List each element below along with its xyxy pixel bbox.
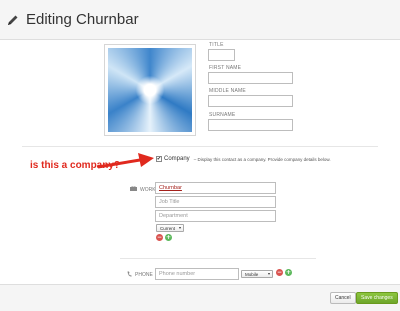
page-title: Editing Churnbar — [26, 11, 139, 28]
title-input[interactable] — [208, 49, 235, 61]
phone-type-value: Mobile — [245, 271, 259, 277]
job-title-input[interactable]: Job Title — [155, 196, 276, 208]
middle-name-input[interactable] — [208, 95, 293, 107]
surname-input[interactable] — [208, 119, 293, 131]
remove-phone-button[interactable]: − — [276, 269, 283, 276]
add-work-button[interactable]: + — [165, 234, 172, 241]
section-divider — [22, 146, 378, 147]
red-arrow-icon — [97, 153, 154, 169]
briefcase-icon — [130, 185, 137, 193]
pencil-icon — [6, 13, 20, 27]
save-changes-button[interactable]: Save changes — [356, 292, 398, 304]
phone-type-select[interactable]: Mobile ▾ — [241, 270, 273, 278]
add-phone-button[interactable]: + — [285, 269, 292, 276]
phone-section-label: PHONE — [127, 271, 153, 279]
employment-status-select[interactable]: Current ▾ — [156, 224, 184, 232]
chevron-down-icon: ▾ — [178, 225, 181, 230]
company-checkbox[interactable]: ✔ — [156, 156, 162, 162]
first-name-input[interactable] — [208, 72, 293, 84]
title-label: TITLE — [209, 42, 224, 48]
remove-work-button[interactable]: − — [156, 234, 163, 241]
avatar[interactable] — [104, 44, 196, 136]
company-name-input[interactable]: Churnbar — [155, 182, 276, 194]
chevron-down-icon: ▾ — [267, 271, 270, 276]
phone-label: PHONE — [135, 272, 153, 278]
section-divider-work — [120, 258, 316, 259]
phone-icon — [127, 271, 132, 279]
page-header: Editing Churnbar — [0, 0, 400, 40]
employment-status-value: Current — [160, 225, 176, 231]
avatar-image — [108, 48, 192, 132]
middle-name-label: MIDDLE NAME — [209, 88, 246, 94]
surname-label: SURNAME — [209, 112, 236, 118]
company-description: – Display this contact as a company. Pro… — [193, 156, 331, 162]
work-section-label: WORK — [130, 185, 156, 193]
company-label: Company — [164, 156, 190, 162]
phone-input[interactable]: Phone number — [155, 268, 239, 280]
first-name-label: FIRST NAME — [209, 65, 242, 71]
cancel-button[interactable]: Cancel — [330, 292, 356, 304]
company-toggle: ✔ Company – Display this contact as a co… — [156, 156, 331, 162]
department-input[interactable]: Department — [155, 210, 276, 222]
work-label: WORK — [140, 186, 156, 193]
